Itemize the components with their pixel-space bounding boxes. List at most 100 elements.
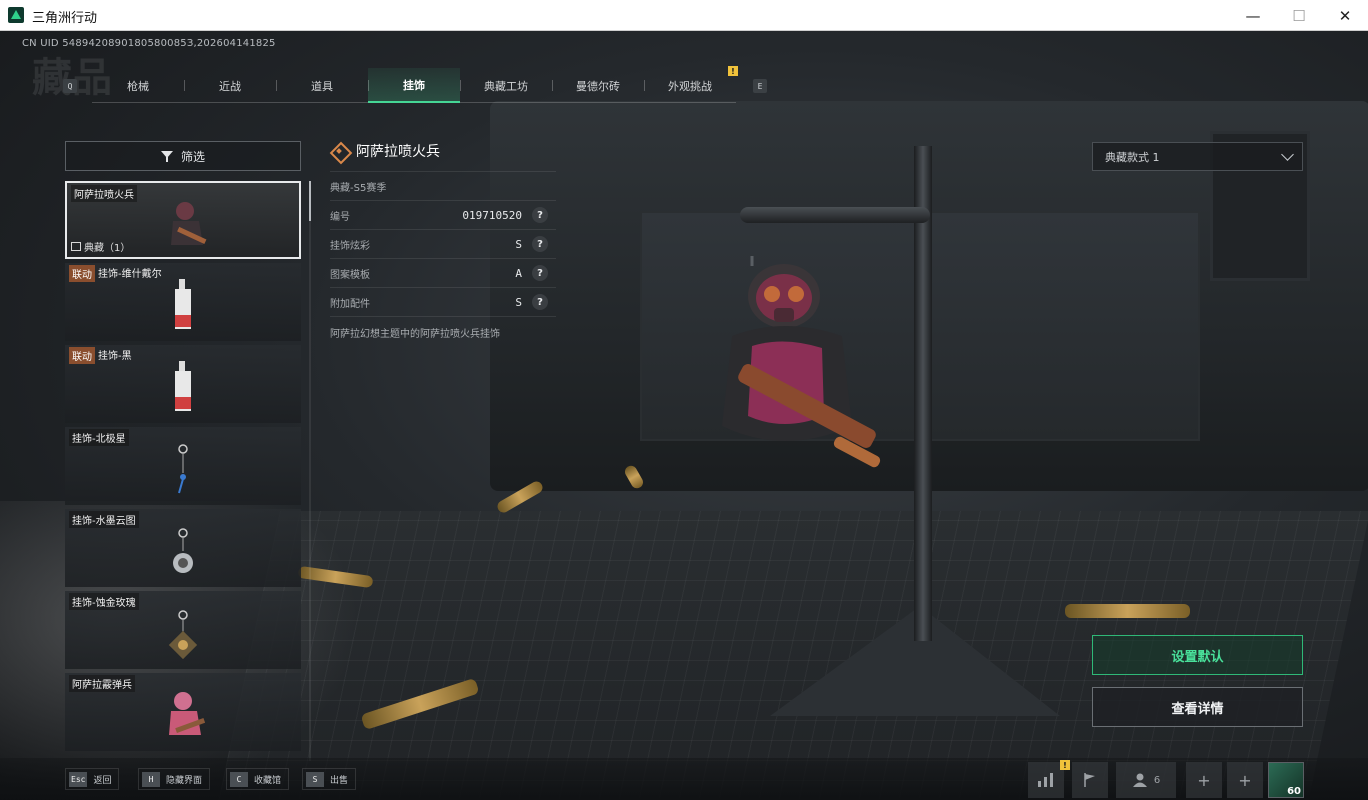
hint-label: 出售	[330, 775, 349, 786]
list-item[interactable]: 联动 挂饰-黑	[65, 345, 301, 423]
flamethrower-charm-icon	[171, 202, 207, 245]
notification-badge: !	[728, 66, 738, 76]
add-party-slot-button[interactable]: +	[1227, 762, 1263, 798]
item-collection-count: 典藏（1）	[84, 243, 131, 254]
stats-button[interactable]	[1028, 762, 1064, 798]
maximize-button[interactable]: ☐	[1276, 0, 1322, 31]
item-description: 阿萨拉幻想主题中的阿萨拉喷火兵挂饰	[330, 316, 556, 340]
help-icon[interactable]: ?	[532, 207, 548, 223]
hint-back[interactable]: Esc 返回	[65, 768, 120, 790]
bullet-prop	[1065, 604, 1190, 618]
help-icon[interactable]: ?	[532, 236, 548, 252]
info-value: 019710520	[462, 208, 522, 222]
friends-count: 6	[1153, 774, 1161, 786]
flag-button[interactable]	[1072, 762, 1108, 798]
flamethrower-charm-model	[722, 256, 881, 468]
item-title: 阿萨拉喷火兵	[356, 144, 440, 160]
friends-icon	[1132, 773, 1147, 787]
info-label: 附加配件	[330, 298, 370, 310]
close-button[interactable]: ✕	[1322, 0, 1368, 31]
list-item[interactable]: 阿萨拉霰弹兵	[65, 673, 301, 751]
list-item[interactable]: 阿萨拉喷火兵 典藏（1）	[65, 181, 301, 259]
avatar-level: 60	[1287, 786, 1301, 797]
season-row: 典藏-S5赛季	[330, 171, 556, 200]
list-item[interactable]: 联动 挂饰-维什戴尔	[65, 263, 301, 341]
key-hint-next-tab: E	[753, 79, 767, 93]
category-tabs: 枪械 近战 道具 挂饰 典藏工坊 曼德尔砖 外观挑战	[92, 68, 736, 103]
info-row-serial: 编号 019710520 ?	[330, 200, 556, 229]
tab-melee[interactable]: 近战	[184, 68, 276, 103]
charm-list[interactable]: 阿萨拉喷火兵 典藏（1） 联动挂饰-维什戴尔 联动挂饰-黑 挂饰-北极星 挂	[65, 181, 303, 761]
info-value: A	[515, 266, 522, 280]
tag-charm-icon	[175, 279, 191, 329]
ink-charm-icon	[173, 528, 193, 573]
tab-firearms[interactable]: 枪械	[92, 68, 184, 103]
info-row-attachment: 附加配件 S ?	[330, 287, 556, 316]
tab-appearance-challenge[interactable]: 外观挑战	[644, 68, 736, 103]
key-hint-prev-tab: Q	[63, 79, 77, 93]
help-icon[interactable]: ?	[532, 294, 548, 310]
hint-hide-ui[interactable]: H 隐藏界面	[138, 768, 211, 790]
hint-sell[interactable]: S 出售	[302, 768, 357, 790]
friends-button[interactable]: 6	[1116, 762, 1176, 798]
item-name: 阿萨拉霰弹兵	[69, 675, 135, 692]
collab-tag: 联动	[69, 347, 95, 364]
notification-badge: !	[1060, 760, 1070, 770]
tab-mandel-brick[interactable]: 曼德尔砖	[552, 68, 644, 103]
hint-label: 返回	[93, 775, 112, 786]
item-name: 阿萨拉喷火兵	[71, 185, 137, 202]
tag-charm-icon	[175, 361, 191, 411]
list-scrollbar[interactable]	[309, 181, 311, 761]
uid-label: CN UID 5489420890180580085З,202604141825	[22, 38, 276, 49]
minimize-button[interactable]: —	[1230, 0, 1276, 31]
style-dropdown-value: 典藏款式 1	[1105, 150, 1160, 164]
item-name: 挂饰-维什戴尔	[98, 269, 162, 280]
image-icon	[71, 242, 81, 251]
rose-charm-icon	[168, 610, 198, 660]
info-label: 编号	[330, 211, 350, 223]
item-name: 挂饰-蚀金玫瑰	[69, 593, 139, 610]
bottom-bar: Esc 返回 H 隐藏界面 C 收藏馆 S 出售 ! 6 + + 60	[0, 758, 1368, 800]
list-item[interactable]: 挂饰-北极星	[65, 427, 301, 505]
list-item[interactable]: 挂饰-水墨云图	[65, 509, 301, 587]
list-scrollbar-thumb[interactable]	[309, 181, 311, 221]
shotgunner-charm-icon	[169, 692, 205, 735]
star-charm-icon	[178, 444, 188, 494]
tab-props[interactable]: 道具	[276, 68, 368, 103]
hint-label: 隐藏界面	[166, 775, 203, 786]
hint-label: 收藏馆	[254, 775, 282, 786]
player-avatar[interactable]: 60	[1268, 762, 1304, 798]
style-dropdown[interactable]: 典藏款式 1	[1092, 142, 1303, 171]
filter-button[interactable]: 筛选	[65, 141, 301, 171]
bar-chart-icon	[1038, 773, 1053, 787]
info-value: S	[515, 237, 522, 251]
key-h: H	[142, 771, 160, 787]
help-icon[interactable]: ?	[532, 265, 548, 281]
key-esc: Esc	[69, 771, 88, 787]
list-item[interactable]: 挂饰-蚀金玫瑰	[65, 591, 301, 669]
info-row-color: 挂饰炫彩 S ?	[330, 229, 556, 258]
window-title: 三角洲行动	[32, 11, 98, 26]
view-details-button[interactable]: 查看详情	[1092, 687, 1303, 727]
key-s: S	[306, 771, 324, 787]
tab-collection-workshop[interactable]: 典藏工坊	[460, 68, 552, 103]
hint-collection[interactable]: C 收藏馆	[226, 768, 290, 790]
rarity-diamond-icon	[330, 142, 348, 160]
filter-icon	[160, 151, 173, 162]
chevron-down-icon	[1281, 148, 1294, 161]
info-row-pattern: 图案模板 A ?	[330, 258, 556, 287]
stand-arm	[740, 207, 930, 223]
filter-label: 筛选	[180, 149, 205, 164]
collab-tag: 联动	[69, 265, 95, 282]
season-label: 典藏-S5赛季	[330, 182, 387, 194]
item-name: 挂饰-黑	[98, 351, 132, 362]
info-label: 图案模板	[330, 269, 370, 281]
add-party-slot-button[interactable]: +	[1186, 762, 1222, 798]
flag-icon	[1084, 773, 1095, 787]
tab-charms[interactable]: 挂饰	[368, 68, 460, 103]
app-logo-icon	[8, 7, 24, 23]
item-name: 挂饰-北极星	[69, 429, 129, 446]
set-default-button[interactable]: 设置默认	[1092, 635, 1303, 675]
window-titlebar: 三角洲行动 — ☐ ✕	[0, 0, 1368, 31]
key-c: C	[230, 771, 248, 787]
